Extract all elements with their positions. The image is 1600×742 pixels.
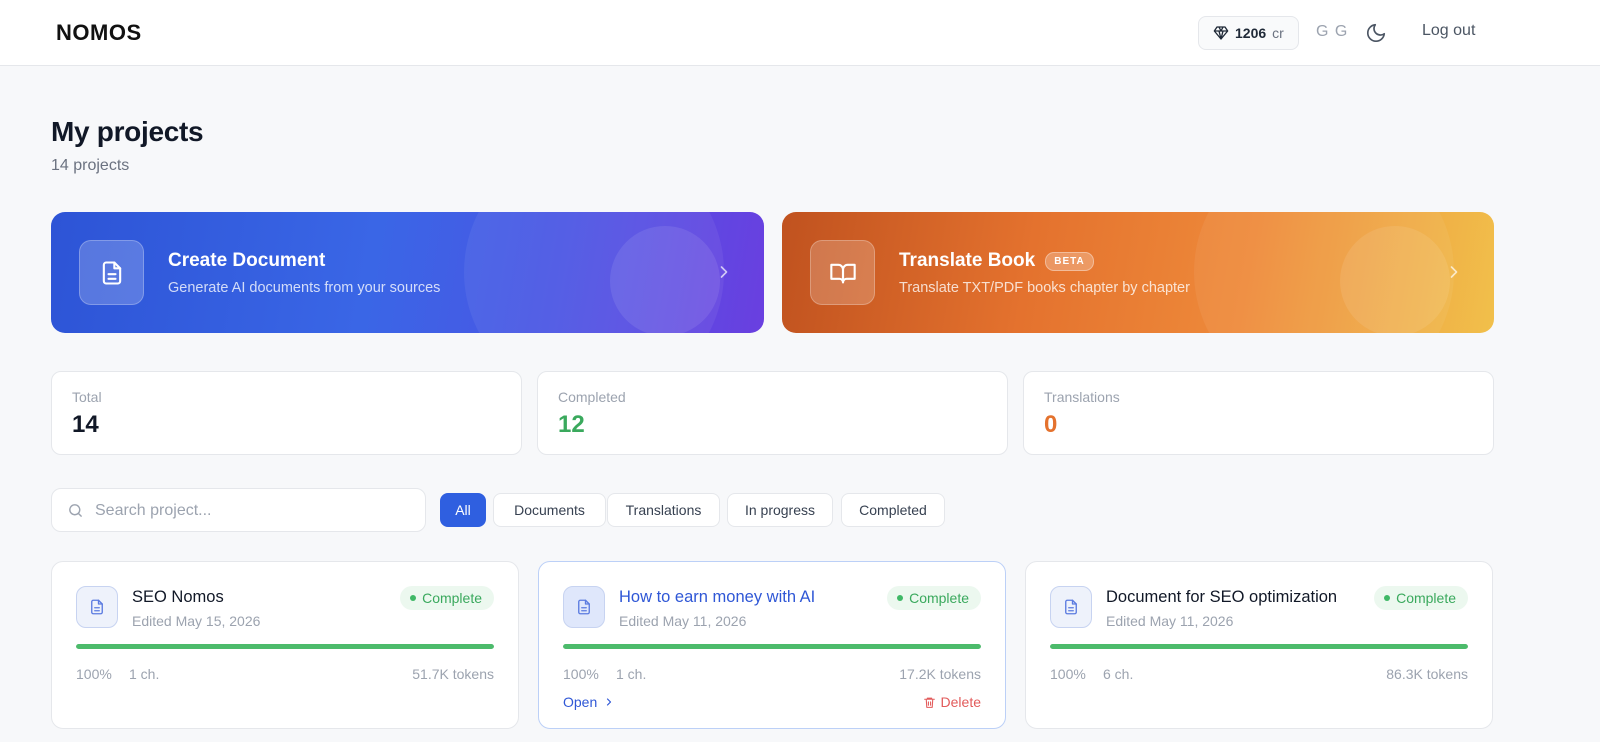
progress-bar [563,644,981,649]
progress-percent: 100% [563,666,599,682]
token-count: 51.7K tokens [412,666,494,682]
progress-fill [1050,644,1468,649]
top-bar: NOMOS 1206 cr G G Log out [0,0,1600,66]
create-document-title: Create Document [168,250,326,271]
app-logo[interactable]: NOMOS [56,20,142,46]
credits-amount: 1206 [1235,25,1267,41]
document-icon-box [76,586,118,628]
project-date: Edited May 11, 2026 [619,613,747,629]
user-initials[interactable]: G G [1316,23,1348,41]
search-input[interactable] [95,499,415,523]
filter-documents[interactable]: Documents [493,493,606,527]
credits-badge[interactable]: 1206 cr [1198,16,1299,50]
document-icon [1065,599,1077,615]
decorative-circle [1340,226,1450,333]
chevron-right-icon [720,266,728,278]
stat-label: Completed [558,389,626,405]
stat-translations: Translations 0 [1023,371,1494,455]
chapter-count: 1 ch. [616,666,647,682]
filter-all[interactable]: All [440,493,486,527]
chevron-right-icon [607,698,612,706]
status-badge: Complete [1374,586,1468,610]
project-card[interactable]: Document for SEO optimization Edited May… [1025,561,1493,729]
document-icon [578,599,590,615]
translate-book-title: Translate Book BETA [899,250,1094,272]
token-count: 17.2K tokens [899,666,981,682]
progress-fill [563,644,981,649]
stat-total: Total 14 [51,371,522,455]
filter-in-progress[interactable]: In progress [727,493,833,527]
project-date: Edited May 11, 2026 [1106,613,1234,629]
search-box [51,488,426,532]
delete-label: Delete [940,694,981,710]
create-document-subtitle: Generate AI documents from your sources [168,280,441,296]
project-card[interactable]: How to earn money with AI Edited May 11,… [538,561,1006,729]
stat-value: 12 [558,411,585,438]
stat-value: 14 [72,411,99,438]
book-icon-box [810,240,875,305]
progress-bar [76,644,494,649]
project-count: 14 projects [51,157,130,174]
project-title[interactable]: How to earn money with AI [619,588,815,607]
status-badge: Complete [887,586,981,610]
decorative-circle [610,226,720,333]
translate-book-card[interactable]: Translate Book BETA Translate TXT/PDF bo… [782,212,1494,333]
project-card[interactable]: SEO Nomos Edited May 15, 2026 Complete 1… [51,561,519,729]
search-icon [69,504,82,517]
chapter-count: 1 ch. [129,666,160,682]
book-icon [829,263,856,283]
page-title: My projects [51,116,204,147]
progress-percent: 100% [1050,666,1086,682]
progress-fill [76,644,494,649]
stat-value: 0 [1044,411,1058,438]
progress-percent: 100% [76,666,112,682]
chevron-right-icon [1450,266,1458,278]
open-label: Open [563,694,598,710]
filter-completed[interactable]: Completed [841,493,945,527]
progress-bar [1050,644,1468,649]
logout-button[interactable]: Log out [1422,22,1475,40]
open-button[interactable]: Open [563,694,615,710]
document-icon [91,599,103,615]
filter-translations[interactable]: Translations [607,493,720,527]
translate-book-subtitle: Translate TXT/PDF books chapter by chapt… [899,280,1190,296]
stat-label: Total [72,389,102,405]
diamond-icon [1213,26,1229,40]
create-document-card[interactable]: Create Document Generate AI documents fr… [51,212,764,333]
token-count: 86.3K tokens [1386,666,1468,682]
document-icon [102,260,121,285]
moon-icon[interactable] [1365,22,1387,44]
trash-icon [923,697,935,708]
document-icon-box [563,586,605,628]
chapter-count: 6 ch. [1103,666,1134,682]
project-date: Edited May 15, 2026 [132,613,261,629]
delete-button[interactable]: Delete [923,694,981,710]
project-title[interactable]: SEO Nomos [132,588,224,607]
stat-label: Translations [1044,389,1120,405]
stat-completed: Completed 12 [537,371,1008,455]
status-badge: Complete [400,586,494,610]
project-title[interactable]: Document for SEO optimization [1106,588,1337,607]
credits-unit: cr [1272,25,1284,41]
document-icon-box [79,240,144,305]
document-icon-box [1050,586,1092,628]
beta-badge: BETA [1045,251,1094,271]
